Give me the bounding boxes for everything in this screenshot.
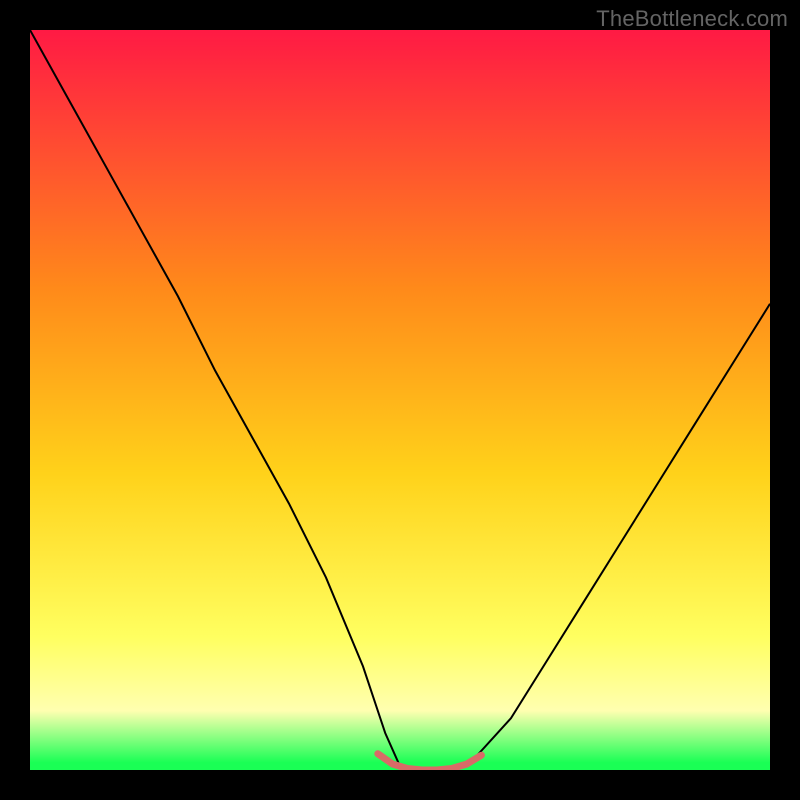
bottleneck-chart <box>30 30 770 770</box>
chart-background <box>30 30 770 770</box>
chart-plot-area <box>30 30 770 770</box>
watermark-label: TheBottleneck.com <box>596 6 788 32</box>
